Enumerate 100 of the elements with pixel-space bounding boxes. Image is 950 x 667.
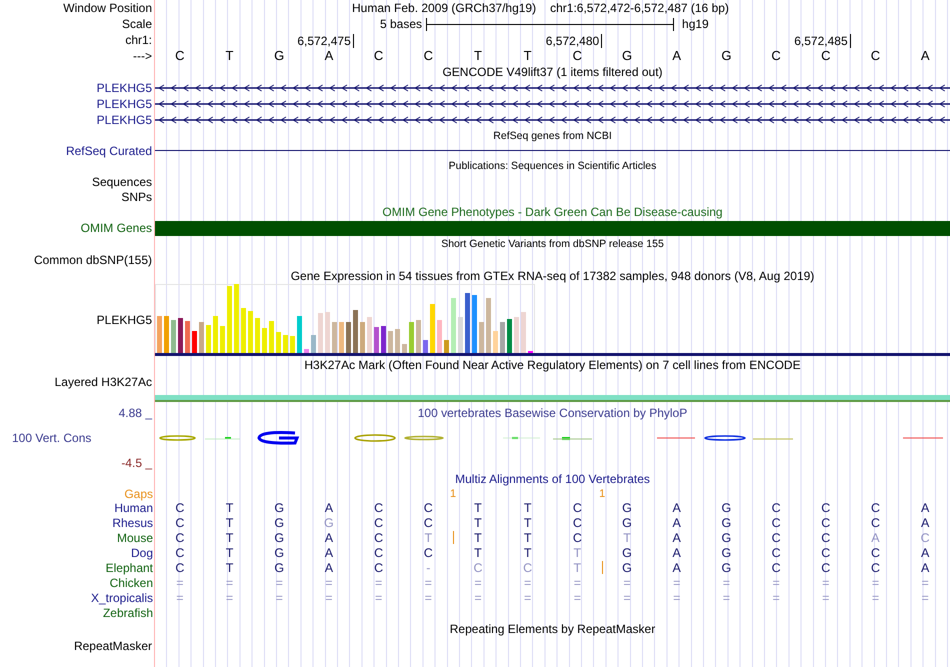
aligned-base: T	[424, 530, 432, 544]
aligned-base: C	[920, 530, 930, 544]
species-label: Chicken	[110, 576, 153, 590]
aligned-base: C	[374, 560, 384, 574]
reference-base: G	[721, 49, 732, 63]
aligned-base: T	[524, 516, 532, 530]
reference-base: T	[524, 49, 532, 63]
aligned-base: A	[672, 500, 681, 514]
aligned-base: =	[424, 590, 432, 604]
aligned-base: C	[870, 560, 880, 574]
aligned-base: =	[922, 576, 929, 590]
aligned-base: C	[870, 546, 880, 560]
aligned-base: C	[572, 530, 582, 544]
aligned-base: C	[175, 516, 184, 530]
aligned-base: T	[574, 546, 582, 560]
species-label: Zebrafish	[102, 606, 153, 620]
aligned-base: T	[226, 500, 234, 514]
aligned-base: T	[524, 546, 532, 560]
omim-bar[interactable]	[155, 220, 950, 236]
aligned-base: T	[623, 530, 631, 544]
aligned-base: C	[374, 546, 384, 560]
track-label: Common dbSNP(155)	[34, 253, 152, 267]
reference-base: C	[175, 49, 185, 63]
aligned-base: C	[772, 516, 781, 530]
reference-base: C	[374, 49, 384, 63]
track-title: Publications: Sequences in Scientific Articles	[448, 159, 656, 173]
track-title: H3K27Ac Mark (Often Found Near Active Regulatory Elements) on 7 cell lines from ENCODE	[304, 358, 801, 372]
aligned-base: T	[474, 530, 482, 544]
aligned-base: G	[274, 516, 284, 530]
aligned-base: G	[722, 560, 732, 574]
coordinate-tick: 6,572,485	[794, 34, 851, 48]
aligned-base: =	[722, 590, 730, 604]
aligned-base: A	[672, 530, 681, 544]
species-label: Rhesus	[112, 516, 153, 530]
aligned-base: C	[374, 516, 384, 530]
reference-base: A	[324, 49, 334, 63]
aligned-base: =	[176, 590, 184, 604]
reference-base: C	[424, 49, 433, 63]
aligned-base: =	[822, 576, 830, 590]
aligned-base: G	[622, 500, 632, 514]
aligned-base: T	[226, 560, 234, 574]
aligned-base: =	[276, 590, 283, 604]
track-title: RefSeq genes from NCBI	[493, 128, 612, 142]
aligned-base: C	[175, 560, 184, 574]
aligned-base: =	[822, 590, 830, 604]
reference-base: T	[474, 49, 482, 63]
aligned-base: =	[872, 590, 880, 604]
aligned-base: A	[920, 560, 930, 574]
aligned-base: C	[821, 516, 830, 530]
gene-label: PLEKHG5	[96, 81, 152, 95]
reference-base: C	[771, 49, 781, 63]
aligned-base: G	[722, 546, 732, 560]
aligned-base: C	[175, 530, 184, 544]
aligned-base: =	[474, 576, 482, 590]
aligned-base: A	[920, 500, 930, 514]
track-label: Gaps	[124, 487, 153, 501]
track-label: chr1:	[125, 33, 152, 47]
reference-base: T	[226, 49, 234, 63]
aligned-base: T	[226, 530, 234, 544]
aligned-base: A	[672, 560, 681, 574]
gene-label: PLEKHG5	[96, 97, 152, 111]
aligned-base: T	[474, 546, 482, 560]
aligned-base: G	[274, 500, 284, 514]
aligned-base: G	[722, 516, 732, 530]
track-label: SNPs	[121, 190, 152, 204]
track-title: Short Genetic Variants from dbSNP release 155	[441, 237, 664, 251]
track-label: PLEKHG5	[96, 313, 152, 327]
species-label: X_tropicalis	[90, 590, 153, 604]
aligned-base: A	[920, 546, 930, 560]
species-label: Elephant	[106, 560, 153, 574]
aligned-base: A	[324, 530, 334, 544]
aligned-base: C	[821, 546, 830, 560]
aligned-base: T	[524, 530, 532, 544]
reference-base: A	[920, 49, 930, 63]
aligned-base: C	[572, 516, 582, 530]
aligned-base: =	[922, 590, 929, 604]
aligned-base: C	[424, 500, 433, 514]
aligned-base: -	[426, 560, 430, 574]
aligned-base: =	[574, 590, 581, 604]
track-title: Gene Expression in 54 tissues from GTEx RNA-seq of 17382 samples, 948 donors (V8, Aug 2019)	[290, 269, 814, 283]
aligned-base: C	[772, 546, 781, 560]
track-title: Repeating Elements by RepeatMasker	[450, 622, 656, 636]
aligned-base: =	[872, 576, 880, 590]
aligned-base: T	[574, 560, 582, 574]
track-label: Sequences	[92, 174, 152, 188]
aligned-base: A	[871, 530, 880, 544]
assembly-name: hg19	[682, 16, 709, 33]
aligned-base: =	[226, 590, 234, 604]
aligned-base: G	[622, 516, 632, 530]
aligned-base: =	[722, 576, 730, 590]
track-label: --->	[133, 49, 152, 63]
track-title: OMIM Gene Phenotypes - Dark Green Can Be Disease-causing	[382, 205, 723, 219]
axis-max: 4.88 _	[118, 406, 152, 420]
reference-base: A	[672, 49, 682, 63]
species-label: Human	[114, 500, 153, 514]
aligned-base: =	[574, 576, 581, 590]
aligned-base: A	[672, 546, 681, 560]
aligned-base: =	[623, 576, 631, 590]
aligned-base: T	[226, 546, 234, 560]
aligned-base: A	[324, 560, 334, 574]
